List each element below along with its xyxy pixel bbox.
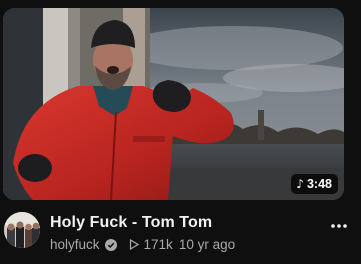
- thumbnail-image: [3, 8, 344, 200]
- channel-name[interactable]: holyfuck: [50, 237, 100, 252]
- video-duration: 3:48: [306, 177, 332, 191]
- music-note-icon: ♪: [296, 177, 304, 191]
- video-title[interactable]: Holy Fuck - Tom Tom: [50, 214, 212, 232]
- view-count: 171k: [143, 237, 173, 252]
- avatar-image: [4, 212, 40, 248]
- more-vert-icon[interactable]: [331, 218, 347, 234]
- video-card[interactable]: ♪ 3:48 Holy Fuck - Tom Tom holyfuck 171k…: [0, 0, 361, 264]
- upload-age: 10 yr ago: [178, 237, 236, 252]
- channel-avatar[interactable]: [4, 212, 40, 248]
- verified-icon: [104, 238, 117, 251]
- play-count-icon: [129, 239, 139, 250]
- video-meta: Holy Fuck - Tom Tom holyfuck 171k 10 yr …: [0, 208, 361, 264]
- video-subline: holyfuck 171k 10 yr ago: [50, 237, 235, 252]
- duration-badge: ♪ 3:48: [291, 174, 338, 194]
- video-thumbnail[interactable]: ♪ 3:48: [3, 8, 344, 200]
